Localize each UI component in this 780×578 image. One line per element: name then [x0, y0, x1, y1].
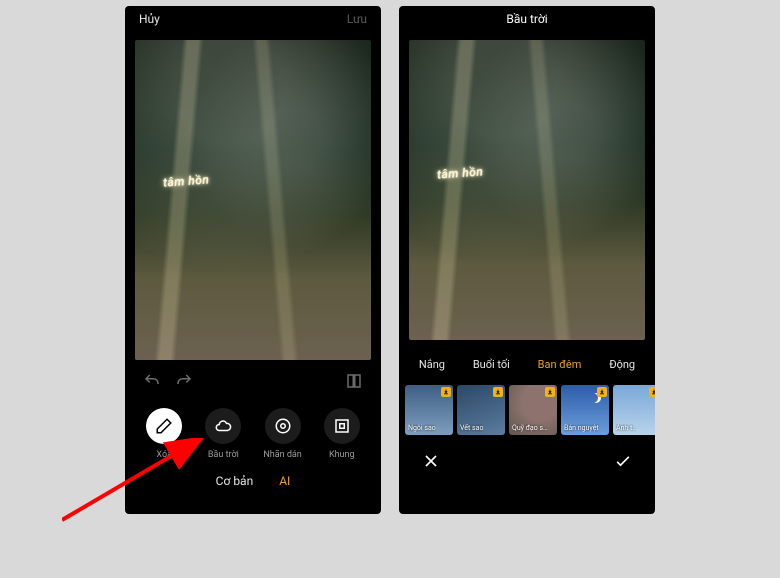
photo-preview-right[interactable]: tâm hồn [409, 40, 645, 340]
tool-label: Bầu trời [208, 450, 239, 460]
cat-tab-sunny[interactable]: Nắng [419, 358, 445, 371]
preset-label: Ngôi sao [408, 424, 436, 432]
undo-icon[interactable] [143, 372, 161, 394]
tool-row: Xóa Bầu trời Nhãn dán Khung [125, 394, 381, 462]
download-icon [597, 387, 607, 397]
photo-signboard: tâm hồn [163, 173, 210, 190]
undo-redo-row [125, 368, 381, 394]
sticker-icon [265, 408, 301, 444]
photo-signboard: tâm hồn [437, 164, 484, 181]
eraser-icon [146, 408, 182, 444]
phone-right: Bầu trời tâm hồn Nắng Buổi tối Ban đêm Đ… [399, 6, 655, 514]
mode-tab-ai[interactable]: AI [279, 474, 290, 488]
tool-label: Nhãn dán [263, 450, 301, 460]
topbar-right: Bầu trời [399, 6, 655, 32]
save-button-disabled: Lưu [347, 12, 367, 26]
photo-preview-left[interactable]: tâm hồn [135, 40, 371, 360]
redo-icon[interactable] [175, 372, 193, 394]
frame-icon [324, 408, 360, 444]
download-icon [493, 387, 503, 397]
page-title: Bầu trời [433, 12, 621, 26]
cloud-icon [205, 408, 241, 444]
mode-tab-basic[interactable]: Cơ bản [216, 474, 254, 488]
phone-left: Hủy Lưu tâm hồn [125, 6, 381, 514]
preset-moon[interactable]: Bán nguyệt [561, 385, 609, 435]
check-icon[interactable] [613, 451, 633, 475]
tool-label: Khung [329, 450, 355, 460]
preset-clouds[interactable]: Ánh t… [613, 385, 655, 435]
preset-label: Bán nguyệt [564, 424, 599, 432]
tool-label: Xóa [156, 450, 172, 460]
cat-tab-night[interactable]: Ban đêm [538, 358, 582, 371]
download-icon [545, 387, 555, 397]
category-row: Nắng Buổi tối Ban đêm Động [399, 348, 655, 377]
cancel-button[interactable]: Hủy [139, 12, 160, 26]
tool-sticker[interactable]: Nhãn dán [257, 408, 309, 460]
tool-eraser[interactable]: Xóa [138, 408, 190, 460]
topbar-left: Hủy Lưu [125, 6, 381, 32]
preset-label: Vết sao [460, 424, 483, 432]
tool-frame[interactable]: Khung [316, 408, 368, 460]
cat-tab-dynamic[interactable]: Động [609, 358, 635, 371]
frame: Hủy Lưu tâm hồn [0, 0, 780, 520]
preset-orbit[interactable]: Quỹ đạo s… [509, 385, 557, 435]
cat-tab-evening[interactable]: Buổi tối [473, 358, 510, 371]
preset-trail[interactable]: Vết sao [457, 385, 505, 435]
preset-stars[interactable]: Ngôi sao [405, 385, 453, 435]
compare-icon[interactable] [345, 372, 363, 394]
confirm-row [399, 439, 655, 483]
download-icon [441, 387, 451, 397]
download-icon [649, 387, 655, 397]
close-icon[interactable] [421, 451, 441, 475]
mode-row: Cơ bản AI [125, 462, 381, 496]
preset-row[interactable]: Ngôi sao Vết sao Quỹ đạo s… Bán nguyệt Á… [399, 377, 655, 439]
preset-label: Quỹ đạo s… [512, 424, 548, 432]
preset-label: Ánh t… [616, 424, 637, 432]
tool-sky[interactable]: Bầu trời [197, 408, 249, 460]
